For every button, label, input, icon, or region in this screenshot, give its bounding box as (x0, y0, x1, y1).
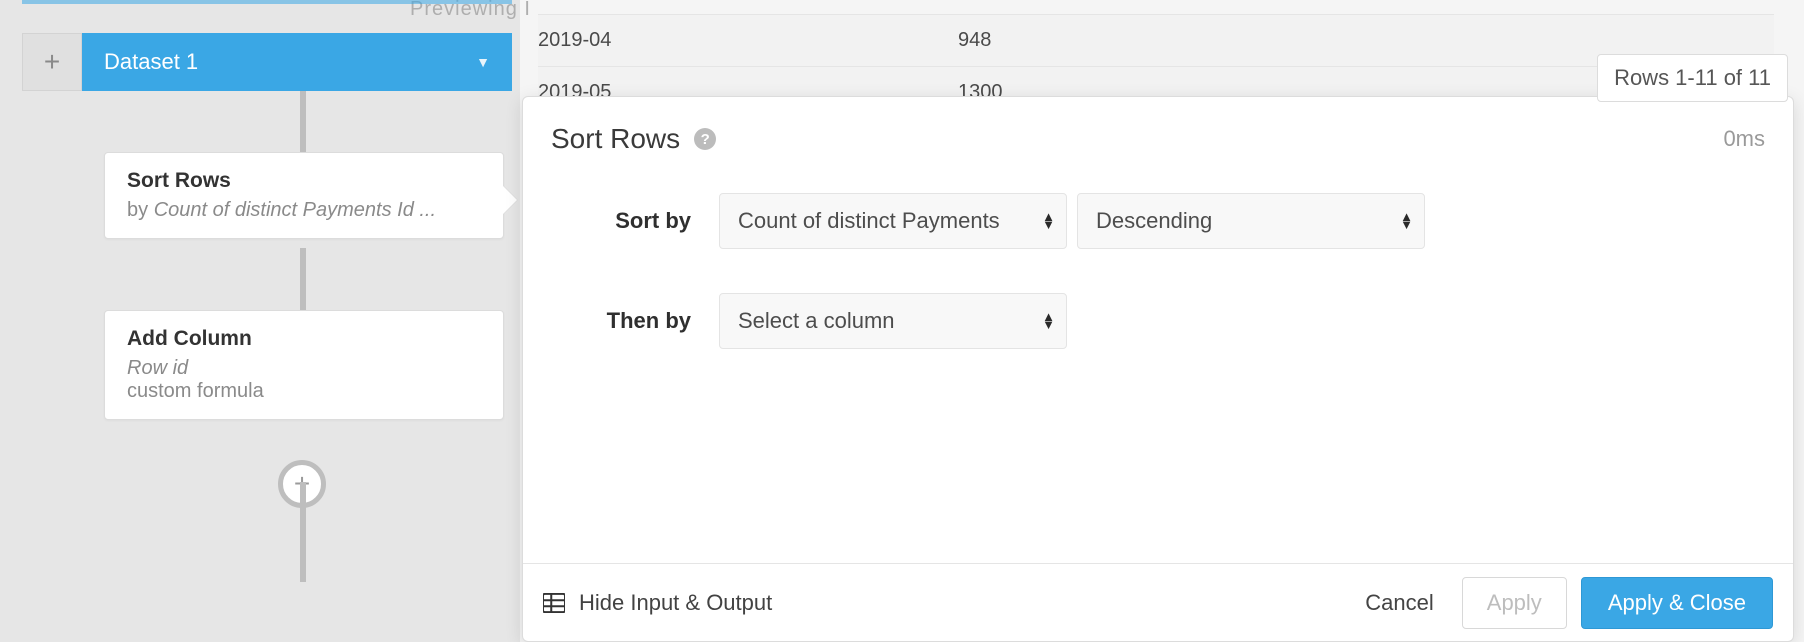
help-icon[interactable]: ? (694, 128, 716, 150)
plus-icon: + (44, 46, 60, 78)
pipeline-connector (300, 248, 306, 310)
then-by-row: Then by Select a column ▲▼ (551, 293, 1765, 349)
sort-by-column-select[interactable]: Count of distinct Payments ▲▼ (719, 193, 1067, 249)
panel-footer: Hide Input & Output Cancel Apply Apply &… (523, 563, 1793, 641)
cancel-button[interactable]: Cancel (1345, 578, 1453, 628)
step-subtitle-1: Row id (127, 357, 481, 380)
sort-direction-select[interactable]: Descending ▲▼ (1077, 193, 1425, 249)
chevron-down-icon: ▼ (476, 54, 490, 70)
step-sort-rows[interactable]: Sort Rows by Count of distinct Payments … (104, 152, 504, 239)
step-add-column[interactable]: Add Column Row id custom formula (104, 310, 504, 420)
timing-label: 0ms (1723, 126, 1765, 152)
add-dataset-button[interactable]: + (22, 33, 82, 91)
panel-title: Sort Rows (551, 123, 680, 155)
active-tab-underline (22, 0, 512, 4)
cell-month: 2019-04 (538, 29, 958, 52)
table-row: 2019-04 948 (538, 14, 1774, 66)
pipeline-column: + Dataset 1 ▼ Sort Rows by Count of dist… (22, 0, 522, 642)
dataset-header[interactable]: Dataset 1 ▼ (82, 33, 512, 91)
sort-caret-icon: ▲▼ (1042, 313, 1054, 329)
panel-form: Sort by Count of distinct Payments ▲▼ De… (523, 163, 1793, 427)
hide-input-output-toggle[interactable]: Hide Input & Output (543, 590, 772, 616)
hide-io-label: Hide Input & Output (579, 590, 772, 616)
step-title: Add Column (127, 327, 481, 351)
select-value: Descending (1096, 208, 1212, 234)
sort-by-label: Sort by (551, 208, 719, 234)
sort-caret-icon: ▲▼ (1042, 213, 1054, 229)
sort-by-row: Sort by Count of distinct Payments ▲▼ De… (551, 193, 1765, 249)
pipeline-connector (300, 91, 306, 153)
rows-count-badge: Rows 1-11 of 11 (1597, 54, 1788, 102)
cell-value: 948 (958, 29, 1774, 52)
sort-caret-icon: ▲▼ (1400, 213, 1412, 229)
step-subtitle: by Count of distinct Payments Id ... (127, 199, 481, 222)
table-icon (543, 593, 565, 613)
panel-header: Sort Rows ? 0ms (523, 97, 1793, 163)
step-title: Sort Rows (127, 169, 481, 193)
select-value: Select a column (738, 308, 895, 334)
then-by-column-select[interactable]: Select a column ▲▼ (719, 293, 1067, 349)
selected-step-pointer (503, 186, 517, 214)
step-subtitle-2: custom formula (127, 380, 481, 403)
dataset-label: Dataset 1 (104, 49, 198, 75)
apply-button[interactable]: Apply (1462, 577, 1567, 629)
select-value: Count of distinct Payments (738, 208, 1000, 234)
apply-close-button[interactable]: Apply & Close (1581, 577, 1773, 629)
pipeline-connector (300, 482, 306, 582)
then-by-label: Then by (551, 308, 719, 334)
sort-rows-panel: Sort Rows ? 0ms Sort by Count of distinc… (522, 96, 1794, 642)
